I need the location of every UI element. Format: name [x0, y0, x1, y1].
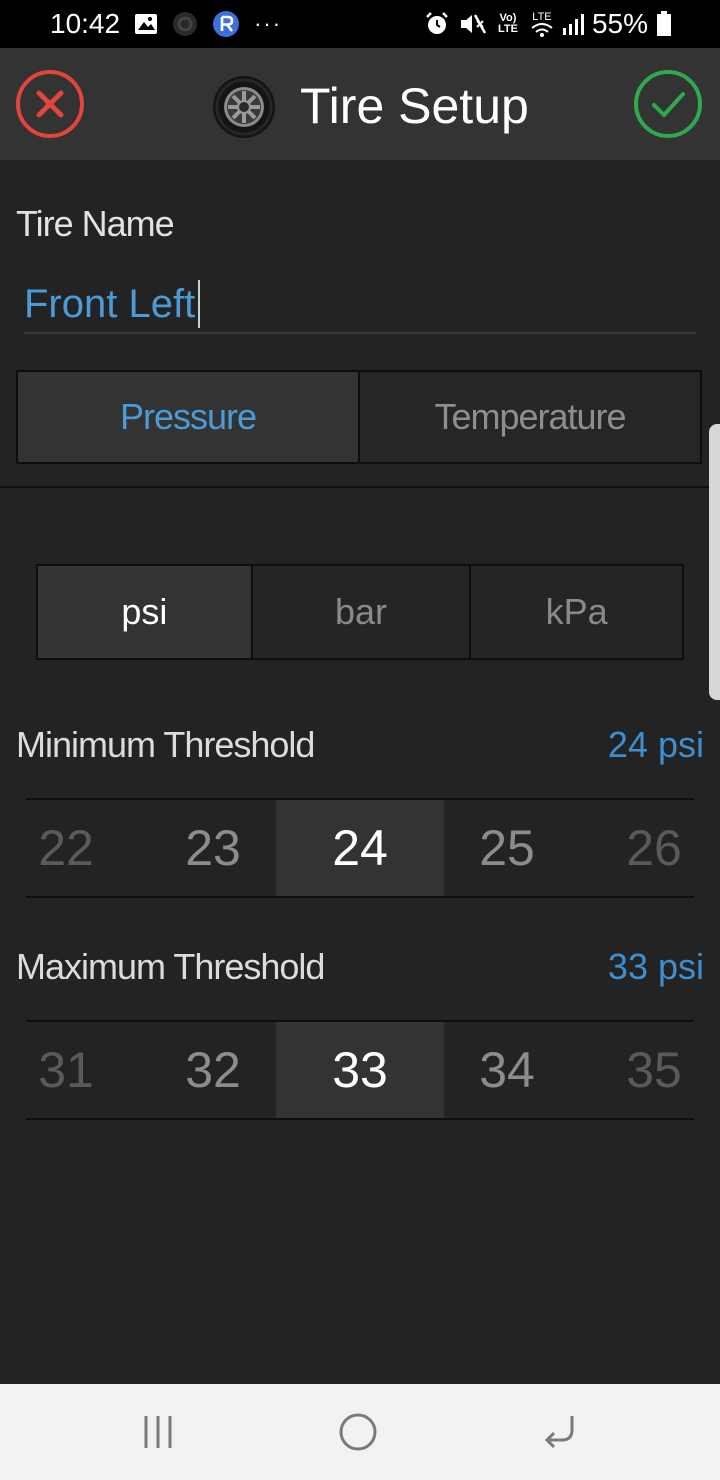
picker-option[interactable]: 31	[6, 1022, 126, 1118]
battery-percent: 55%	[591, 8, 648, 39]
recent-apps-button[interactable]	[128, 1402, 188, 1462]
unit-selector: psi bar kPa	[36, 564, 684, 660]
minimum-threshold-label: Minimum Threshold	[16, 724, 315, 765]
measurement-tabs: Pressure Temperature	[16, 370, 702, 464]
picker-option-selected[interactable]: 24	[300, 800, 420, 896]
alarm-icon	[424, 11, 450, 37]
close-circle-icon	[16, 70, 84, 138]
status-time: 10:42	[50, 8, 121, 39]
picker-option[interactable]: 32	[153, 1022, 273, 1118]
picker-option[interactable]: 26	[594, 800, 714, 896]
tab-pressure[interactable]: Pressure	[18, 372, 360, 462]
tire-name-label: Tire Name	[16, 203, 175, 244]
sync-icon	[172, 11, 198, 37]
battery-icon	[656, 11, 672, 37]
confirm-button[interactable]	[632, 68, 704, 140]
picker-option[interactable]: 35	[594, 1022, 714, 1118]
unit-kpa[interactable]: kPa	[471, 566, 682, 658]
section-divider	[0, 486, 720, 488]
more-notifications-icon: ···	[254, 11, 283, 36]
picker-option-selected[interactable]: 33	[300, 1022, 420, 1118]
gallery-icon	[134, 13, 158, 35]
tire-name-input[interactable]	[24, 276, 696, 334]
text-cursor	[198, 280, 200, 328]
back-icon	[544, 1416, 574, 1449]
picker-option[interactable]: 23	[153, 800, 273, 896]
app-r-icon	[212, 10, 240, 38]
maximum-threshold-picker[interactable]: 31 32 33 34 35	[26, 1020, 694, 1120]
picker-option[interactable]: 22	[6, 800, 126, 896]
back-button[interactable]	[530, 1402, 590, 1462]
tire-icon	[212, 75, 276, 139]
check-circle-icon	[634, 70, 702, 138]
minimum-threshold-picker[interactable]: 22 23 24 25 26	[26, 798, 694, 898]
volte-icon: Vo) LTE	[497, 12, 518, 35]
tab-temperature[interactable]: Temperature	[360, 372, 700, 462]
mute-icon	[458, 11, 486, 37]
signal-icon	[562, 12, 584, 36]
cancel-button[interactable]	[14, 68, 86, 140]
lte-label: LTE	[532, 10, 552, 23]
picker-option[interactable]: 34	[447, 1022, 567, 1118]
recent-apps-icon	[144, 1416, 172, 1448]
status-bar: 10:42 ··· Vo) LTE LTE 55%	[0, 0, 720, 48]
scroll-handle[interactable]	[709, 424, 720, 700]
minimum-threshold-value: 24 psi	[607, 724, 704, 765]
unit-psi[interactable]: psi	[38, 566, 253, 658]
picker-option[interactable]: 25	[447, 800, 567, 896]
wifi-lte-icon: LTE	[530, 10, 554, 37]
app-bar: Tire Setup	[0, 48, 720, 160]
system-nav-bar	[0, 1384, 720, 1480]
home-icon	[339, 1413, 377, 1451]
maximum-threshold-label: Maximum Threshold	[16, 946, 325, 987]
page-title: Tire Setup	[300, 78, 529, 134]
home-button[interactable]	[328, 1402, 388, 1462]
unit-bar[interactable]: bar	[252, 566, 472, 658]
maximum-threshold-value: 33 psi	[607, 946, 704, 987]
